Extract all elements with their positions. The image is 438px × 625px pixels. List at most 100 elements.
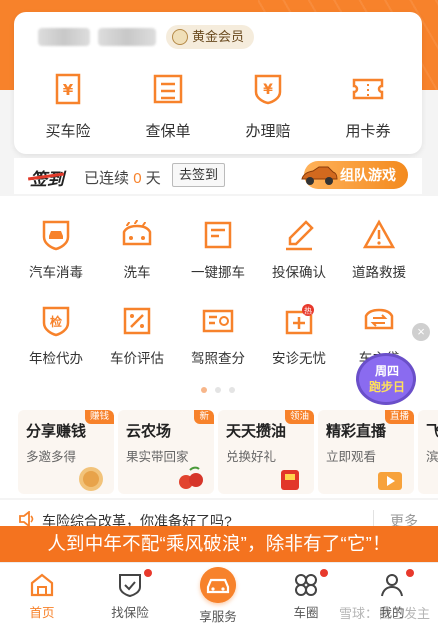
service-label: 安诊无忧 [272, 351, 326, 366]
tab-find-insurance[interactable]: 找保险 [90, 563, 170, 625]
page-indicator [197, 380, 239, 398]
quick-action-check-policy[interactable]: 查保单 [118, 72, 218, 141]
promo-banner[interactable]: 人到中年不配“乘风破浪”，除非有了“它”！ [0, 526, 438, 562]
tab-label: 找保险 [111, 606, 149, 620]
inspection-shield-icon: 检 [42, 306, 70, 337]
page-dot [215, 387, 221, 393]
signin-title: 签到 [30, 165, 64, 190]
car-wash-icon [122, 219, 152, 246]
medal-icon [172, 29, 188, 45]
gift-box-icon [281, 470, 299, 490]
quick-action-label: 买车险 [45, 123, 91, 140]
service-policy-confirm[interactable]: 投保确认 [257, 218, 341, 281]
week-run-day-badge[interactable]: 周四 跑步日 [352, 345, 420, 409]
license-card-icon [202, 309, 234, 333]
grid-circles-icon [295, 574, 317, 596]
fruit-icon [179, 466, 203, 489]
percent-icon [123, 307, 151, 335]
speaker-icon [19, 511, 34, 527]
signin-streak: 已连续 0 天 [84, 167, 161, 188]
signin-button[interactable]: 去签到 [172, 163, 226, 187]
service-medical[interactable]: 热 安诊无忧 [257, 304, 341, 367]
week-badge-line2: 跑步日 [369, 379, 405, 394]
feature-subtitle: 立即观看 [326, 450, 377, 464]
service-label: 驾照查分 [191, 351, 245, 366]
blurred-username [38, 28, 90, 46]
service-label: 车价评估 [110, 351, 164, 366]
quick-action-claim[interactable]: ¥ 办理赔 [218, 72, 318, 141]
gold-member-badge[interactable]: 黄金会员 [166, 25, 255, 49]
blurred-username-part2 [98, 28, 156, 46]
service-annual-inspection[interactable]: 检 年检代办 [14, 304, 98, 367]
service-label: 洗车 [123, 265, 151, 280]
feature-card-save-fuel[interactable]: 天天攒油 兑换好礼 领油 [218, 410, 314, 494]
feature-card-share[interactable]: 分享赚钱 多邀多得 赚钱 [18, 410, 114, 494]
week-badge-line1: 周四 [375, 364, 399, 378]
service-car-wash[interactable]: 洗车 [95, 218, 179, 281]
service-label: 一键挪车 [191, 265, 245, 280]
team-game-label: 组队游戏 [340, 167, 396, 183]
feature-tag: 直播 [384, 410, 414, 424]
shield-check-icon [119, 574, 141, 598]
team-game-button[interactable]: 组队游戏 [301, 161, 408, 189]
gold-member-label: 黄金会员 [192, 29, 245, 44]
yuan-shield-icon: ¥ [254, 74, 282, 105]
service-move-car[interactable]: 一键挪车 [176, 218, 260, 281]
bottom-tab-bar: 首页 找保险 享服务 车圈 我的 雪球：自己发主 [0, 562, 438, 625]
warning-triangle-icon [362, 219, 396, 249]
feature-tag: 领油 [284, 410, 314, 424]
svg-text:¥: ¥ [263, 82, 273, 98]
feature-tag: 赚钱 [84, 410, 114, 424]
svg-text:检: 检 [50, 314, 62, 329]
quick-action-use-coupon[interactable]: 用卡券 [318, 72, 418, 141]
quick-action-buy-insurance[interactable]: ¥ 买车险 [18, 72, 118, 141]
quick-action-label: 用卡券 [345, 123, 391, 140]
notification-dot [144, 569, 152, 577]
yuan-doc-icon: ¥ [55, 73, 81, 105]
feature-subtitle: 多邀多得 [26, 450, 77, 464]
feature-card-partial[interactable]: 飞 滨 [418, 410, 438, 494]
pen-sign-icon [286, 220, 314, 251]
video-play-icon [378, 472, 402, 490]
car-shield-icon [42, 220, 70, 251]
tab-label: 车圈 [293, 606, 319, 620]
profile-icon [381, 574, 403, 597]
policy-list-icon [153, 74, 183, 104]
feature-title: 分享赚钱 [26, 423, 87, 440]
feature-card-farm[interactable]: 云农场 果实带回家 新 [118, 410, 214, 494]
quick-action-label: 查保单 [145, 123, 191, 140]
notification-dot [406, 569, 414, 577]
feature-title: 云农场 [126, 423, 172, 440]
tab-services[interactable]: 享服务 [178, 563, 258, 625]
close-float-icon[interactable]: × [412, 323, 430, 341]
service-label: 年检代办 [29, 351, 83, 366]
service-road-rescue[interactable]: 道路救援 [337, 218, 421, 281]
service-car-disinfect[interactable]: 汽车消毒 [14, 218, 98, 281]
tab-car-circle[interactable]: 车圈 [266, 563, 346, 625]
page-dot [229, 387, 235, 393]
feature-subtitle: 滨 [426, 450, 438, 464]
medical-plus-icon: 热 [285, 304, 314, 335]
feature-subtitle: 兑换好礼 [226, 450, 277, 464]
loan-car-icon [364, 308, 394, 330]
feature-subtitle: 果实带回家 [126, 450, 189, 464]
tab-label: 享服务 [199, 610, 237, 624]
page-dot [201, 387, 207, 393]
tab-label: 首页 [29, 606, 55, 620]
hot-badge: 热 [304, 306, 312, 316]
sports-car-icon [301, 166, 338, 185]
tab-home[interactable]: 首页 [2, 563, 82, 625]
svg-text:¥: ¥ [63, 81, 74, 99]
service-label: 汽车消毒 [29, 265, 83, 280]
streak-unit: 天 [145, 170, 161, 187]
service-license-points[interactable]: 驾照查分 [176, 304, 260, 367]
streak-days: 0 [133, 170, 142, 187]
feature-cards: 分享赚钱 多邀多得 赚钱 云农场 果实带回家 新 天天攒油 兑换好礼 领油 精彩… [0, 406, 438, 498]
feature-card-live[interactable]: 精彩直播 立即观看 直播 [318, 410, 414, 494]
ticket-icon [352, 78, 384, 100]
feature-title: 飞 [426, 423, 438, 440]
home-icon [30, 573, 54, 597]
service-car-valuation[interactable]: 车价评估 [95, 304, 179, 367]
move-car-icon [204, 221, 232, 249]
feature-title: 天天攒油 [226, 423, 287, 440]
